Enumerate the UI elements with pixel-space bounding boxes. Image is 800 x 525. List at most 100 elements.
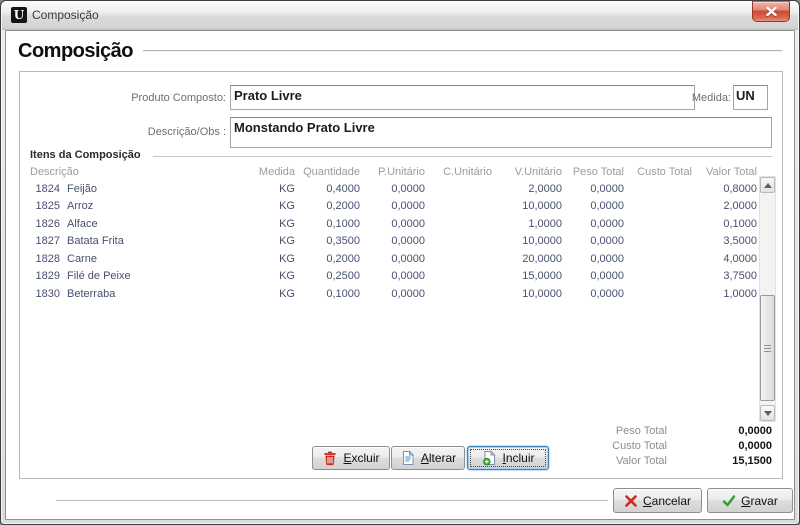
cell-p-unitario: 0,0000 — [360, 183, 425, 195]
cell-peso-total: 0,0000 — [562, 253, 624, 265]
scroll-down-button[interactable] — [760, 405, 775, 421]
excluir-button[interactable]: Excluir — [312, 446, 390, 470]
cell-name: Feijão — [60, 183, 232, 195]
valor-total-value: 15,1500 — [667, 455, 772, 469]
gravar-label: Gravar — [741, 494, 778, 508]
itens-group-divider — [153, 156, 772, 157]
cell-v-unitario: 1,0000 — [492, 218, 562, 230]
descricao-obs-input[interactable]: Monstando Prato Livre — [230, 117, 772, 148]
cell-p-unitario: 0,0000 — [360, 253, 425, 265]
cell-medida: KG — [232, 218, 295, 230]
col-p-unitario: P.Unitário — [360, 166, 425, 178]
close-button[interactable] — [752, 1, 790, 22]
titlebar[interactable]: U Composição — [2, 1, 798, 30]
cell-name: Carne — [60, 253, 232, 265]
col-valor-total: Valor Total — [692, 166, 757, 178]
cell-code: 1828 — [20, 253, 60, 265]
cell-v-unitario: 10,0000 — [492, 235, 562, 247]
cell-valor-total: 0,1000 — [692, 218, 757, 230]
cell-code: 1824 — [20, 183, 60, 195]
cell-quantidade: 0,3500 — [295, 235, 360, 247]
col-peso-total: Peso Total — [562, 166, 624, 178]
cell-medida: KG — [232, 235, 295, 247]
cell-valor-total: 3,7500 — [692, 270, 757, 282]
cell-quantidade: 0,4000 — [295, 183, 360, 195]
table-row[interactable]: 1824FeijãoKG0,40000,00002,00000,00000,80… — [20, 180, 757, 198]
cell-name: Arroz — [60, 200, 232, 212]
composicao-window: U Composição Composição Produto Composto… — [0, 0, 800, 525]
scrollbar-thumb[interactable] — [760, 295, 775, 401]
cell-quantidade: 0,2000 — [295, 253, 360, 265]
table-row[interactable]: 1829Filé de PeixeKG0,25000,000015,00000,… — [20, 268, 757, 286]
cell-peso-total: 0,0000 — [562, 288, 624, 300]
table-row[interactable]: 1828CarneKG0,20000,000020,00000,00004,00… — [20, 250, 757, 268]
client-area: Composição Produto Composto: Prato Livre… — [5, 30, 795, 520]
custo-total-value: 0,0000 — [667, 440, 772, 454]
cell-code: 1826 — [20, 218, 60, 230]
cell-peso-total: 0,0000 — [562, 218, 624, 230]
cell-code: 1829 — [20, 270, 60, 282]
cell-medida: KG — [232, 183, 295, 195]
cancelar-button[interactable]: Cancelar — [613, 488, 702, 513]
cell-peso-total: 0,0000 — [562, 183, 624, 195]
page-title: Composição — [18, 40, 133, 63]
medida-input[interactable]: UN — [733, 85, 768, 110]
cell-v-unitario: 20,0000 — [492, 253, 562, 265]
table-row[interactable]: 1825ArrozKG0,20000,000010,00000,00002,00… — [20, 198, 757, 216]
cancel-x-icon — [624, 494, 638, 508]
cell-p-unitario: 0,0000 — [360, 288, 425, 300]
cell-name: Filé de Peixe — [60, 270, 232, 282]
cell-quantidade: 0,2500 — [295, 270, 360, 282]
cell-quantidade: 0,1000 — [295, 288, 360, 300]
col-descricao: Descrição — [20, 166, 232, 178]
peso-total-label: Peso Total — [420, 425, 667, 439]
cell-p-unitario: 0,0000 — [360, 235, 425, 247]
grid-vertical-scrollbar[interactable] — [759, 176, 776, 422]
cell-p-unitario: 0,0000 — [360, 270, 425, 282]
table-row[interactable]: 1830BeterrabaKG0,10000,000010,00000,0000… — [20, 285, 757, 303]
cell-name: Alface — [60, 218, 232, 230]
cell-peso-total: 0,0000 — [562, 200, 624, 212]
app-icon: U — [11, 7, 27, 23]
col-medida: Medida — [232, 166, 295, 178]
cell-name: Batata Frita — [60, 235, 232, 247]
cell-p-unitario: 0,0000 — [360, 200, 425, 212]
medida-label: Medida: — [676, 92, 731, 104]
arrow-up-icon — [764, 183, 772, 188]
grid-body: 1824FeijãoKG0,40000,00002,00000,00000,80… — [20, 180, 757, 303]
cell-p-unitario: 0,0000 — [360, 218, 425, 230]
footer-divider — [56, 500, 608, 501]
cell-valor-total: 1,0000 — [692, 288, 757, 300]
peso-total-value: 0,0000 — [667, 425, 772, 439]
descricao-obs-label: Descrição/Obs : — [20, 126, 226, 138]
valor-total-label: Valor Total — [420, 455, 667, 469]
cell-quantidade: 0,2000 — [295, 200, 360, 212]
cell-valor-total: 0,8000 — [692, 183, 757, 195]
heading-row: Composição — [18, 37, 782, 65]
cell-peso-total: 0,0000 — [562, 235, 624, 247]
cell-code: 1827 — [20, 235, 60, 247]
arrow-down-icon — [764, 411, 772, 416]
heading-divider — [143, 50, 782, 52]
excluir-label: Excluir — [343, 451, 379, 465]
col-quantidade: Quantidade — [295, 166, 360, 178]
table-row[interactable]: 1826AlfaceKG0,10000,00001,00000,00000,10… — [20, 215, 757, 233]
custo-total-row: Custo Total 0,0000 — [420, 440, 772, 454]
cell-code: 1825 — [20, 200, 60, 212]
document-edit-icon — [400, 450, 416, 466]
cell-medida: KG — [232, 270, 295, 282]
produto-composto-label: Produto Composto: — [20, 92, 226, 104]
gravar-button[interactable]: Gravar — [707, 488, 793, 513]
cancelar-label: Cancelar — [643, 494, 691, 508]
scroll-up-button[interactable] — [760, 177, 775, 193]
produto-composto-input[interactable]: Prato Livre — [230, 85, 695, 110]
cell-quantidade: 0,1000 — [295, 218, 360, 230]
col-c-unitario: C.Unitário — [425, 166, 492, 178]
cell-v-unitario: 15,0000 — [492, 270, 562, 282]
cell-valor-total: 2,0000 — [692, 200, 757, 212]
table-row[interactable]: 1827Batata FritaKG0,35000,000010,00000,0… — [20, 233, 757, 251]
cell-valor-total: 4,0000 — [692, 253, 757, 265]
cell-peso-total: 0,0000 — [562, 270, 624, 282]
custo-total-label: Custo Total — [420, 440, 667, 454]
cell-v-unitario: 2,0000 — [492, 183, 562, 195]
